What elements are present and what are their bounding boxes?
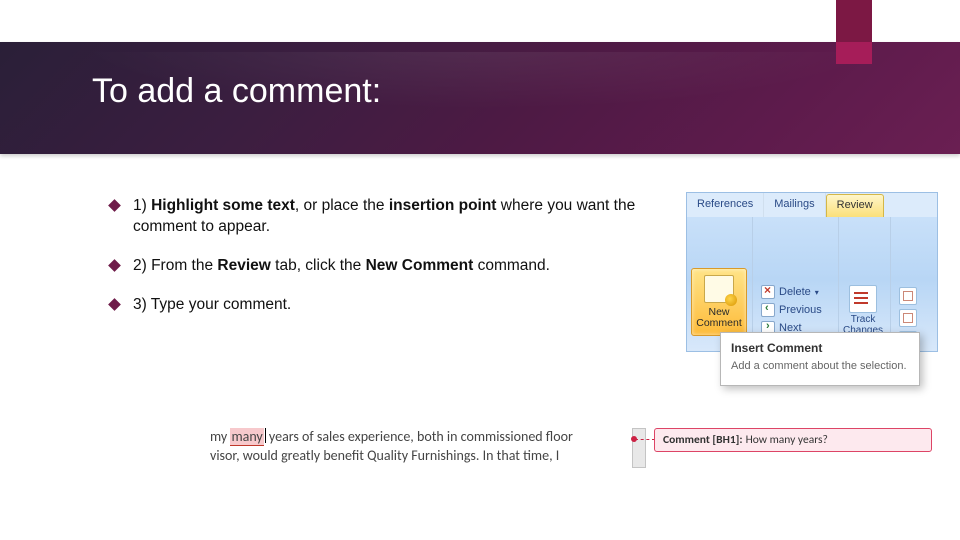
doc-text: my — [210, 428, 230, 445]
text-frag: 3) Type your comment. — [133, 296, 291, 313]
group-new-comment: New Comment — [687, 217, 753, 351]
ribbon-body: New Comment Delete ▾ Previous Next Comme… — [687, 217, 937, 351]
word-ribbon: References Mailings Review New Comment D… — [686, 192, 938, 352]
tab-mailings[interactable]: Mailings — [764, 193, 825, 217]
comment-text: How many years? — [746, 433, 828, 447]
comment-connector-icon — [635, 439, 655, 440]
doc-text: years of sales experience, both in commi… — [266, 428, 573, 445]
tab-review[interactable]: Review — [826, 194, 884, 217]
tooltip-title: Insert Comment — [731, 341, 909, 355]
delete-icon — [761, 285, 775, 299]
tooltip-desc: Add a comment about the selection. — [731, 359, 909, 373]
delete-button[interactable]: Delete ▾ — [757, 284, 834, 300]
btn-label: Delete — [779, 286, 811, 298]
content-area: 1) Highlight some text, or place the ins… — [110, 196, 670, 334]
text-frag: , or place the — [295, 197, 389, 214]
bold-text: New Comment — [366, 257, 474, 274]
accent-tab-back — [836, 0, 872, 42]
list-item: 3) Type your comment. — [110, 295, 670, 316]
list-item: 2) From the Review tab, click the New Co… — [110, 256, 670, 277]
previous-button[interactable]: Previous — [757, 302, 834, 318]
reviewing-pane-icon[interactable] — [899, 309, 917, 327]
new-comment-label: New Comment — [694, 307, 744, 329]
btn-label: Previous — [779, 304, 822, 316]
comment-balloon[interactable]: Comment [BH1]: How many years? — [654, 428, 932, 452]
comment-label: Comment [BH1]: — [663, 433, 743, 447]
track-changes-button[interactable]: Track Changes — [843, 285, 883, 336]
text-frag: 1) — [133, 197, 151, 214]
track-changes-icon — [849, 285, 877, 313]
text-frag: tab, click the — [271, 257, 366, 274]
new-comment-icon — [704, 275, 734, 303]
previous-icon — [761, 303, 775, 317]
bullet-icon — [108, 298, 121, 311]
text-frag: command. — [473, 257, 550, 274]
group-tracking: Track Changes — [839, 217, 891, 351]
bold-text: insertion point — [389, 197, 497, 214]
tooltip: Insert Comment Add a comment about the s… — [720, 332, 920, 386]
group-comments: Delete ▾ Previous Next Comments — [753, 217, 839, 351]
bold-text: Highlight some text — [151, 197, 295, 214]
slide-title: To add a comment: — [92, 72, 381, 111]
list-item: 1) Highlight some text, or place the ins… — [110, 196, 670, 238]
bullet-icon — [108, 259, 121, 272]
doc-text: visor, would greatly benefit Quality Fur… — [210, 447, 559, 464]
tab-references[interactable]: References — [687, 193, 764, 217]
bullet-icon — [108, 199, 121, 212]
balloons-icon[interactable] — [899, 287, 917, 305]
ribbon-tabs: References Mailings Review — [687, 193, 937, 217]
new-comment-button[interactable]: New Comment — [691, 268, 747, 336]
text-frag: 2) From the — [133, 257, 217, 274]
selected-text[interactable]: many — [230, 428, 263, 446]
scrollbar[interactable] — [632, 428, 646, 468]
group-misc — [891, 217, 925, 351]
slide: To add a comment: 1) Highlight some text… — [0, 0, 960, 540]
document-excerpt: my many years of sales experience, both … — [210, 428, 634, 466]
bold-text: Review — [217, 257, 270, 274]
